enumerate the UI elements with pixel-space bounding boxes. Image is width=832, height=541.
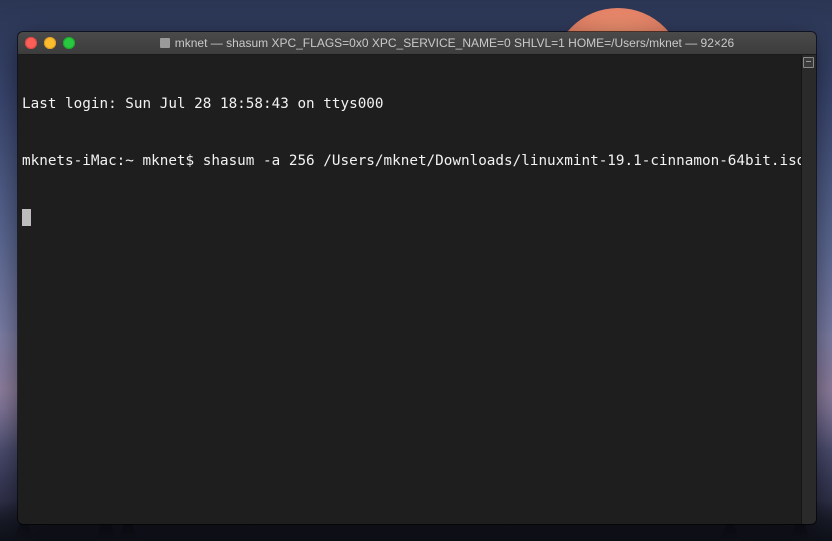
terminal-line-command: mknets-iMac:~ mknet$ shasum -a 256 /User…: [22, 153, 802, 169]
close-button[interactable]: [25, 37, 37, 49]
terminal-window: mknet — shasum XPC_FLAGS=0x0 XPC_SERVICE…: [18, 32, 816, 524]
terminal-cursor-line: [22, 209, 802, 228]
window-title: mknet — shasum XPC_FLAGS=0x0 XPC_SERVICE…: [174, 36, 735, 50]
terminal-content[interactable]: Last login: Sun Jul 28 18:58:43 on ttys0…: [18, 55, 802, 524]
home-folder-icon: [159, 38, 170, 48]
split-pane-icon[interactable]: [803, 57, 814, 68]
text-cursor: [22, 209, 31, 226]
scrollbar[interactable]: [801, 55, 816, 524]
window-title-container: mknet — shasum XPC_FLAGS=0x0 XPC_SERVICE…: [88, 32, 806, 54]
zoom-button[interactable]: [63, 37, 75, 49]
terminal-line-last-login: Last login: Sun Jul 28 18:58:43 on ttys0…: [22, 96, 384, 112]
window-titlebar[interactable]: mknet — shasum XPC_FLAGS=0x0 XPC_SERVICE…: [18, 32, 816, 55]
minimize-button[interactable]: [44, 37, 56, 49]
